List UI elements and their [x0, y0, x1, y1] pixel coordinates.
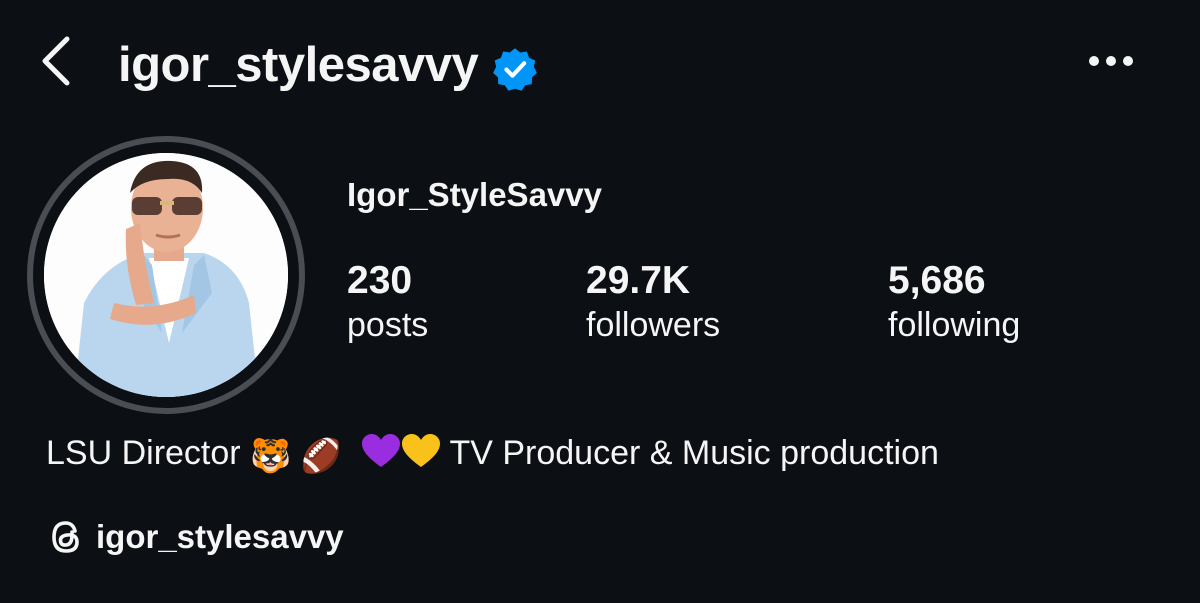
threads-handle: igor_stylesavvy — [96, 518, 344, 555]
purple-heart-emoji — [361, 434, 400, 467]
profile-avatar[interactable] — [44, 153, 288, 397]
threads-icon — [52, 521, 79, 553]
following-stat[interactable]: 5,686 following — [888, 258, 1020, 346]
more-horizontal-icon — [1086, 54, 1136, 72]
avatar-portrait-image — [44, 153, 288, 397]
following-label: following — [888, 306, 1021, 344]
posts-stat[interactable]: 230 posts — [347, 258, 428, 346]
yellow-heart-emoji — [401, 434, 440, 467]
verified-badge-icon — [493, 48, 538, 91]
chevron-left-icon — [39, 33, 73, 94]
back-button[interactable] — [28, 28, 84, 98]
bio: LSU Director 🐯 🏈 TV Producer & Music pro… — [46, 430, 939, 479]
tiger-emoji: 🐯 — [250, 436, 292, 475]
football-emoji: 🏈 — [300, 436, 342, 475]
bio-suffix: TV Producer & Music production — [449, 434, 939, 472]
posts-label: posts — [347, 306, 429, 344]
followers-stat[interactable]: 29.7K followers — [586, 258, 720, 346]
followers-count: 29.7K — [586, 259, 691, 302]
posts-count: 230 — [347, 259, 413, 302]
following-count: 5,686 — [888, 259, 986, 302]
more-options-button[interactable] — [1078, 40, 1144, 86]
header-title: igor_stylesavvy — [118, 30, 538, 100]
display-name: Igor_StyleSavvy — [347, 176, 602, 213]
profile-screen: igor_stylesavvy Igor_StyleSavvy 230 post… — [0, 0, 1200, 603]
followers-label: followers — [586, 306, 721, 344]
threads-link[interactable]: igor_stylesavvy — [46, 517, 344, 557]
bio-prefix: LSU Director — [46, 434, 241, 472]
page-title: igor_stylesavvy — [118, 38, 479, 92]
